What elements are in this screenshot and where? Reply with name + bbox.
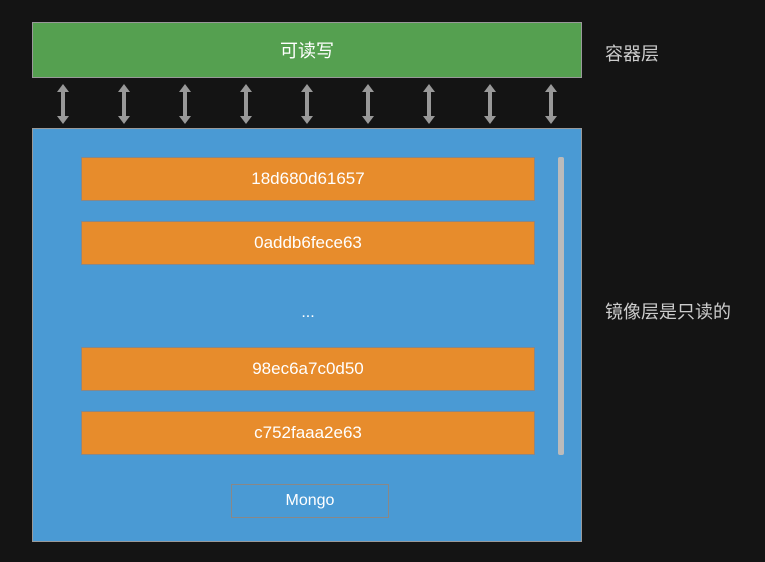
- bidirectional-arrow-icon: [239, 84, 253, 124]
- layer-hash: 98ec6a7c0d50: [252, 359, 364, 379]
- image-layers-label: 镜像层是只读的: [605, 298, 731, 324]
- image-layer: 98ec6a7c0d50: [81, 347, 535, 391]
- layer-hash: 0addb6fece63: [254, 233, 362, 253]
- scrollbar-indicator: [558, 157, 564, 455]
- layer-hash: c752faaa2e63: [254, 423, 362, 443]
- container-layer-label: 容器层: [605, 40, 659, 66]
- layer-hash: 18d680d61657: [251, 169, 364, 189]
- image-name-label: Mongo: [231, 484, 389, 518]
- arrows-row: [32, 82, 582, 126]
- bidirectional-arrow-icon: [56, 84, 70, 124]
- image-layer: 18d680d61657: [81, 157, 535, 201]
- bidirectional-arrow-icon: [544, 84, 558, 124]
- image-layers-box: 18d680d61657 0addb6fece63 ... 98ec6a7c0d…: [32, 128, 582, 542]
- container-layer-text: 可读写: [280, 37, 334, 63]
- bidirectional-arrow-icon: [300, 84, 314, 124]
- image-layer: 0addb6fece63: [81, 221, 535, 265]
- bidirectional-arrow-icon: [361, 84, 375, 124]
- bidirectional-arrow-icon: [178, 84, 192, 124]
- bidirectional-arrow-icon: [422, 84, 436, 124]
- image-layer: c752faaa2e63: [81, 411, 535, 455]
- bidirectional-arrow-icon: [117, 84, 131, 124]
- bidirectional-arrow-icon: [483, 84, 497, 124]
- ellipsis-text: ...: [81, 304, 535, 322]
- container-layer-box: 可读写: [32, 22, 582, 78]
- image-name-text: Mongo: [286, 492, 335, 510]
